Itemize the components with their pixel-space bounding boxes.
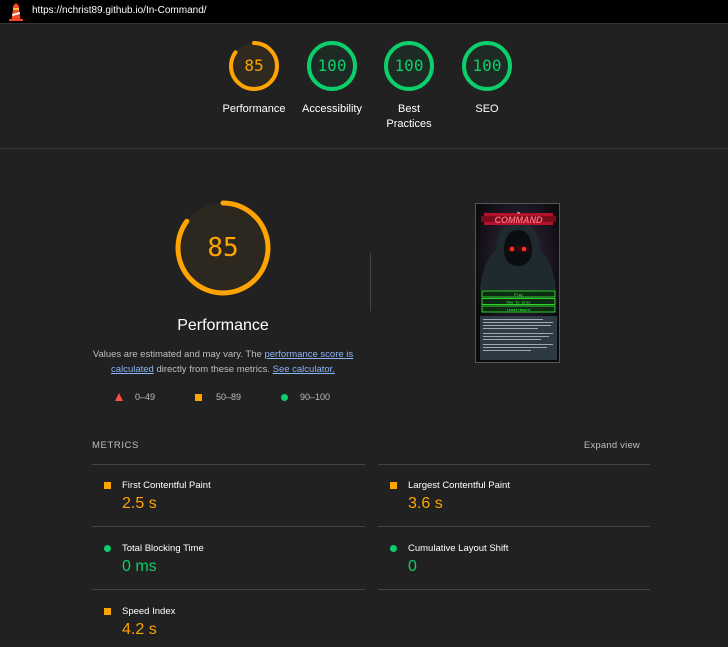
legend-fail: 0–49: [115, 392, 155, 402]
metrics-header: METRICS Expand view: [92, 440, 640, 454]
metric-label: Total Blocking Time: [122, 543, 204, 554]
metric-value: 0 ms: [122, 558, 157, 575]
metric-value: 0: [408, 558, 417, 575]
metric-speed-index: Speed Index 4.2 s: [92, 601, 352, 647]
green-circle-icon: [390, 545, 397, 552]
vertical-separator: [370, 253, 371, 311]
orange-square-icon: [390, 482, 397, 489]
big-gauge-score: 85: [207, 233, 239, 263]
see-calculator-link[interactable]: See calculator.: [273, 364, 335, 375]
report-header: https://nchrist89.github.io/In-Command/: [0, 0, 728, 24]
legend-average: 50–89: [195, 392, 241, 402]
gauge-label: SEO: [475, 103, 499, 115]
gauge-best-practices[interactable]: 100 Best Practices: [364, 40, 454, 132]
gauge-seo[interactable]: 100 SEO: [442, 40, 532, 117]
orange-square-icon: [195, 393, 202, 401]
metric-divider: [92, 526, 365, 527]
svg-text:In: In: [517, 210, 520, 215]
performance-big-gauge: 85: [174, 199, 272, 297]
metric-value: 3.6 s: [408, 495, 443, 512]
green-circle-icon: [104, 545, 111, 552]
report-url[interactable]: https://nchrist89.github.io/In-Command/: [32, 5, 207, 16]
gauge-label: Performance: [222, 103, 286, 115]
svg-text:Leaderboard: Leaderboard: [507, 308, 531, 312]
metric-label: Speed Index: [122, 606, 176, 617]
metric-divider: [378, 589, 650, 590]
legend-range: 50–89: [216, 392, 242, 402]
expand-view-toggle[interactable]: Expand view: [584, 440, 640, 451]
gauge-score: 100: [472, 55, 502, 75]
metrics-title: METRICS: [92, 440, 139, 451]
legend-pass: 90–100: [281, 392, 330, 402]
legend-range: 0–49: [135, 392, 156, 402]
category-gauges: 85 Performance 100 Accessibility 100 Bes…: [0, 40, 728, 140]
game-screenshot-image: COMMAND In Play How to play Leaderboard: [476, 204, 559, 362]
gauge-performance[interactable]: 85 Performance: [209, 40, 299, 117]
svg-text:COMMAND: COMMAND: [495, 215, 543, 225]
svg-text:Play: Play: [514, 293, 523, 297]
metric-divider: [92, 589, 365, 590]
metric-label: Largest Contentful Paint: [408, 480, 510, 491]
orange-square-icon: [104, 608, 111, 615]
metric-divider: [378, 526, 650, 527]
desc-text: Values are estimated and may vary. The: [92, 349, 265, 360]
metric-divider: [378, 464, 650, 465]
performance-title: Performance: [177, 317, 269, 334]
desc-text: directly from these metrics.: [153, 364, 273, 375]
green-circle-icon: [281, 393, 288, 401]
lighthouse-logo-icon: [9, 3, 23, 21]
svg-text:How to play: How to play: [507, 300, 532, 304]
section-divider: [0, 148, 728, 149]
gauge-score: 100: [394, 55, 424, 75]
final-screenshot-thumbnail[interactable]: COMMAND In Play How to play Leaderboard: [475, 203, 560, 363]
metric-divider: [92, 464, 365, 465]
red-triangle-icon: [115, 393, 123, 401]
gauge-score: 85: [244, 55, 264, 75]
metric-value: 2.5 s: [122, 495, 157, 512]
gauge-label: Best Practices: [386, 103, 432, 130]
orange-square-icon: [104, 482, 111, 489]
metric-value: 4.2 s: [122, 621, 157, 638]
performance-description: Values are estimated and may vary. The p…: [88, 347, 358, 377]
score-legend: 0–49 50–89 90–100: [0, 392, 728, 406]
metric-label: First Contentful Paint: [122, 480, 211, 491]
legend-range: 90–100: [300, 392, 331, 402]
metric-label: Cumulative Layout Shift: [408, 543, 509, 554]
